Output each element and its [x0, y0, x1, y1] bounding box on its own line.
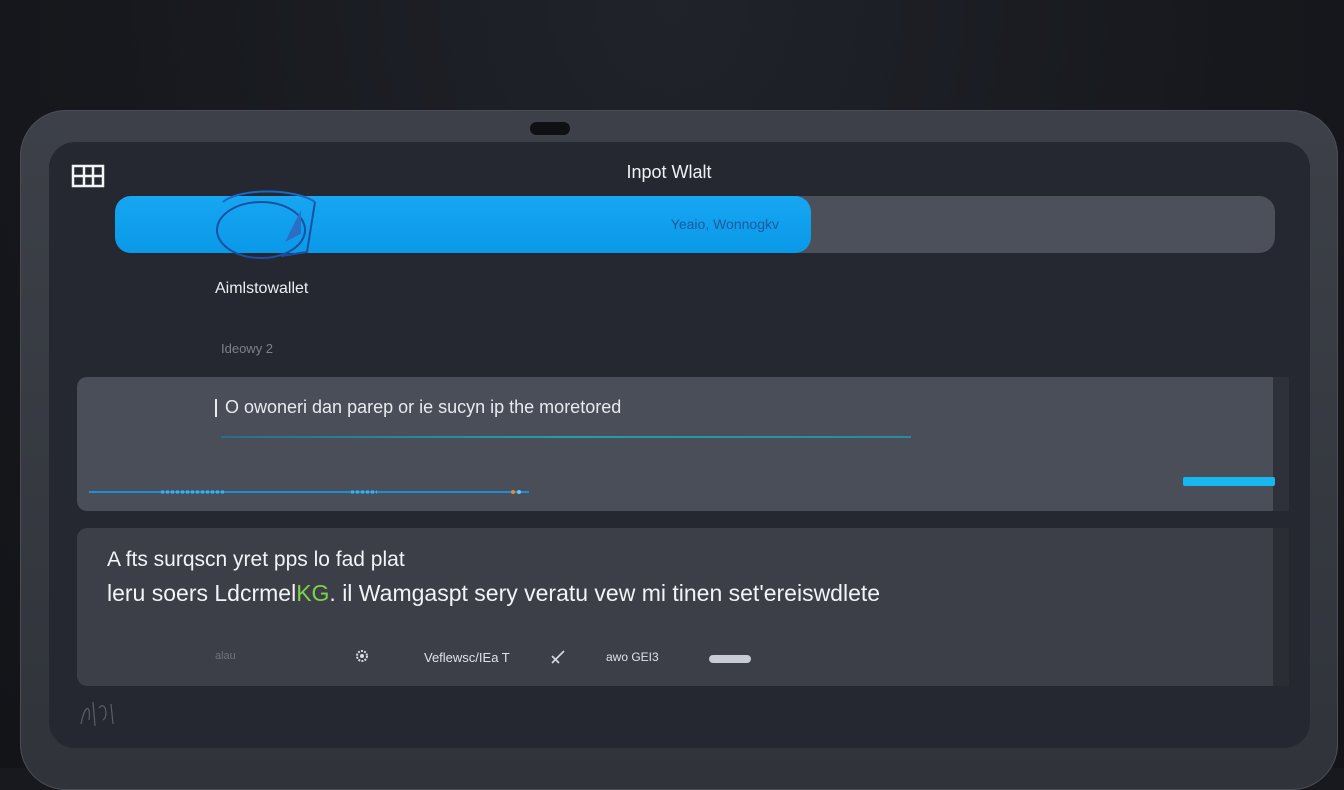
- page-title: Inpot Wlalt: [626, 162, 712, 182]
- grid-icon[interactable]: [71, 162, 107, 190]
- info-card: A fts surqscn yret pps lo fad plat leru …: [77, 528, 1289, 686]
- pencil-icon[interactable]: [549, 648, 567, 666]
- gear-icon[interactable]: [355, 649, 369, 663]
- info-body-accent: KG: [296, 580, 330, 606]
- input-underline: [221, 436, 911, 438]
- input-card: [77, 377, 1289, 511]
- footer-label[interactable]: Veflewsc/IEa T: [424, 650, 510, 665]
- info-body-text: leru soers Ldcrmel: [107, 580, 297, 606]
- info-body: leru soers LdcrmelKG. il Wamgaspt sery v…: [107, 580, 880, 607]
- progress-label: Yeaio, Wonnogkv: [670, 216, 779, 232]
- range-slider[interactable]: [89, 481, 529, 494]
- footer-item: alau: [215, 650, 236, 662]
- camera-notch: [530, 122, 570, 135]
- wallet-subtitle: Ideowy 2: [221, 341, 274, 356]
- info-footer: alau Veflewsc/IEa T awo GEI3: [77, 646, 1289, 670]
- signature-mark: [77, 694, 125, 734]
- progress-fill: Yeaio, Wonnogkv: [115, 190, 811, 259]
- wallet-input[interactable]: [215, 397, 945, 418]
- wallet-name: Aimlstowallet: [215, 280, 309, 297]
- footer-meta: awo GEI3: [606, 650, 659, 664]
- info-body-text-end: . il Wamgaspt sery veratu vew mi tinen s…: [329, 580, 881, 606]
- input-card-edge: [1273, 377, 1289, 511]
- progress-bar: Yeaio, Wonnogkv: [115, 190, 1275, 259]
- app-screen: Inpot Wlalt Yeaio, Wonnogkv Aimlstowalle…: [49, 142, 1310, 748]
- info-heading: A fts surqscn yret pps lo fad plat: [107, 548, 405, 571]
- toggle-switch[interactable]: [709, 655, 751, 663]
- device-frame: Inpot Wlalt Yeaio, Wonnogkv Aimlstowalle…: [20, 110, 1338, 790]
- action-button[interactable]: [1183, 477, 1275, 486]
